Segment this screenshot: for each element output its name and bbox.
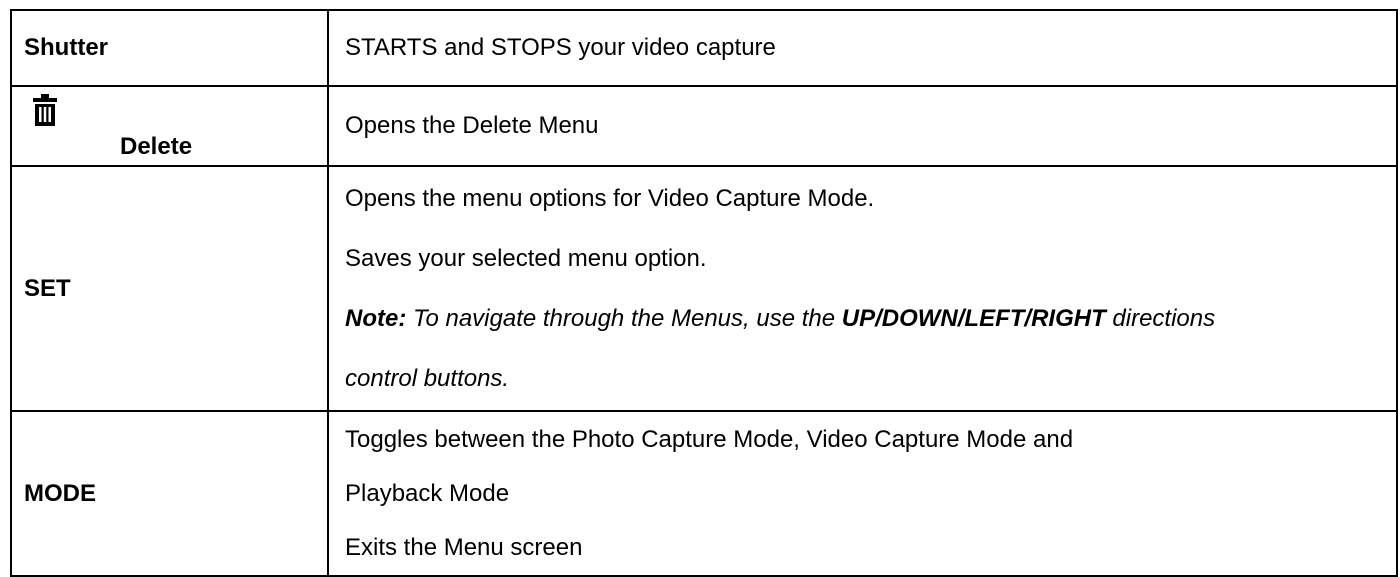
table-row: Shutter STARTS and STOPS your video capt…	[10, 9, 1398, 87]
desc-line: Playback Mode	[345, 479, 510, 507]
note-text: To navigate through the Menus, use the	[406, 304, 842, 332]
desc-line: Opens the Delete Menu	[345, 112, 599, 139]
desc-cell-delete: Opens the Delete Menu	[327, 85, 1398, 167]
desc-line: STARTS and STOPS your video capture	[345, 34, 776, 61]
key-cell-shutter: Shutter	[10, 9, 329, 87]
table-row: Delete Opens the Delete Menu	[10, 85, 1398, 167]
desc-cell-set: Opens the menu options for Video Capture…	[327, 165, 1398, 412]
desc-line: Exits the Menu screen	[345, 533, 583, 561]
key-cell-set: SET	[10, 165, 329, 412]
desc-line: Toggles between the Photo Capture Mode, …	[345, 425, 1074, 453]
table-row: MODE Toggles between the Photo Capture M…	[10, 410, 1398, 577]
key-cell-mode: MODE	[10, 410, 329, 577]
key-label-delete: Delete	[120, 133, 193, 160]
note-line: Note: To navigate through the Menus, use…	[345, 289, 1388, 349]
table-row: SET Opens the menu options for Video Cap…	[10, 165, 1398, 412]
note-continued: control buttons.	[345, 364, 510, 392]
desc-line: Opens the menu options for Video Capture…	[345, 184, 875, 212]
desc-line: Saves your selected menu option.	[345, 244, 707, 272]
desc-cell-mode: Toggles between the Photo Capture Mode, …	[327, 410, 1398, 577]
note-text-after: directions	[1105, 304, 1216, 332]
key-cell-delete: Delete	[10, 85, 329, 167]
trash-icon	[33, 94, 57, 126]
note-emphasis: UP/DOWN/LEFT/RIGHT	[841, 304, 1106, 332]
controls-table: Shutter STARTS and STOPS your video capt…	[10, 9, 1398, 577]
note-label: Note:	[345, 304, 407, 332]
desc-cell-shutter: STARTS and STOPS your video capture	[327, 9, 1398, 87]
note-line-continued: control buttons.	[345, 349, 1388, 409]
